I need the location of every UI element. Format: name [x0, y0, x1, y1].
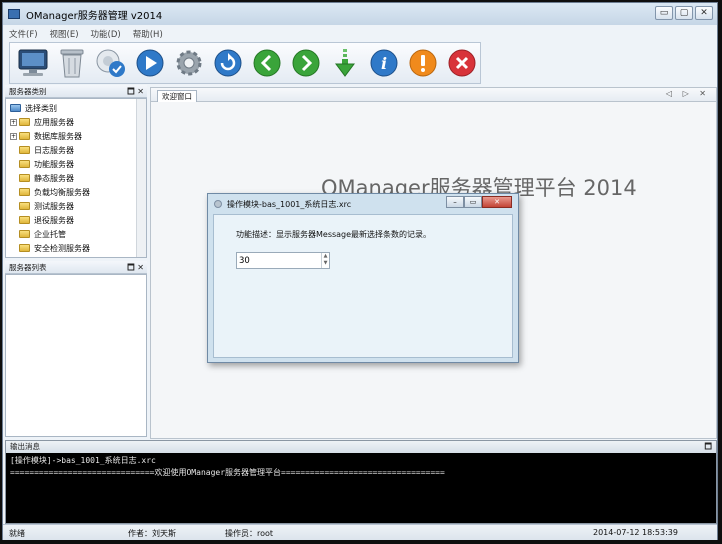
menu-function[interactable]: 功能(D) [91, 28, 121, 40]
status-datetime: 2014-07-12 18:53:39 [593, 528, 678, 537]
tree-item[interactable]: 静态服务器 [10, 171, 90, 185]
menu-bar: 文件(F) 视图(E) 功能(D) 帮助(H) [3, 26, 717, 41]
window-title: OManager服务器管理 v2014 [26, 10, 163, 22]
tree-item-label: 日志服务器 [34, 145, 74, 155]
operation-dialog: 操作模块-bas_1001_系统日志.xrc – ▭ ✕ 功能描述：显示服务器M… [207, 193, 519, 363]
app-icon [8, 9, 20, 19]
category-panel-header: 服务器类别 🗖 ✕ [5, 85, 147, 98]
folder-icon [19, 146, 30, 154]
dialog-maximize-button[interactable]: ▭ [464, 196, 482, 208]
output-close-button[interactable]: 🗖 [704, 441, 712, 453]
tab-controls[interactable]: ◁ ▷ ✕ [666, 89, 710, 98]
tree-scrollbar[interactable] [136, 99, 146, 257]
tree-item[interactable]: + 应用服务器 [10, 115, 90, 129]
info-icon[interactable]: i [367, 47, 400, 80]
folder-icon [19, 202, 30, 210]
tab-welcome[interactable]: 欢迎窗口 [157, 90, 197, 102]
category-icon [10, 104, 21, 112]
back-icon[interactable] [250, 47, 283, 80]
server-list[interactable] [5, 274, 147, 437]
maximize-button[interactable]: ▢ [675, 6, 693, 20]
trash-icon[interactable] [55, 47, 88, 80]
connect-icon[interactable] [94, 47, 127, 80]
menu-view[interactable]: 视图(E) [50, 28, 79, 40]
dialog-minimize-button[interactable]: – [446, 196, 464, 208]
spin-arrows[interactable]: ▲ ▼ [321, 253, 329, 268]
folder-icon [19, 160, 30, 168]
settings-gear-icon[interactable] [172, 47, 205, 80]
count-input[interactable] [237, 253, 321, 268]
expand-icon[interactable]: + [10, 132, 17, 140]
tree-item[interactable]: 日志服务器 [10, 143, 90, 157]
svg-text:i: i [380, 54, 386, 73]
output-panel: 输出消息 🗖 [操作模块]->bas_1001_系统日志.xrc =======… [5, 440, 717, 524]
close-window-button[interactable]: ✕ [695, 6, 713, 20]
window-controls: ▭ ▢ ✕ [655, 6, 713, 20]
folder-icon [19, 118, 30, 126]
expand-icon[interactable]: + [10, 118, 17, 126]
category-tree: 选择类别 + 应用服务器 + 数据库服务器 日志服务器功能服务器静态服务器负载均衡服务器… [5, 98, 147, 258]
tree-item[interactable]: 企业托管 [10, 227, 90, 241]
tree-item-label: 静态服务器 [34, 173, 74, 183]
server-list-header: 服务器列表 🗖 ✕ [5, 261, 147, 274]
status-author: 作者：刘天斯 [128, 529, 176, 538]
folder-icon [19, 244, 30, 252]
folder-icon [19, 188, 30, 196]
toolbar: i [9, 42, 481, 84]
tree-root[interactable]: 选择类别 [10, 101, 90, 115]
tree-item[interactable]: 安全检测服务器 [10, 241, 90, 255]
folder-icon [19, 174, 30, 182]
folder-icon [19, 132, 30, 140]
close-icon[interactable] [445, 47, 478, 80]
dialog-controls: – ▭ ✕ [446, 196, 512, 208]
dialog-description: 功能描述：显示服务器Message最新选择条数的记录。 [236, 230, 432, 239]
play-icon[interactable] [133, 47, 166, 80]
folder-icon [19, 230, 30, 238]
output-line: [操作模块]->bas_1001_系统日志.xrc [10, 456, 156, 465]
monitor-icon[interactable] [16, 47, 49, 80]
dialog-icon [214, 200, 222, 208]
server-list-title: 服务器列表 [9, 262, 47, 272]
menu-help[interactable]: 帮助(H) [133, 28, 163, 40]
folder-icon [19, 216, 30, 224]
dialog-close-button[interactable]: ✕ [482, 196, 512, 208]
spin-down-icon[interactable]: ▼ [322, 260, 329, 267]
minimize-button[interactable]: ▭ [655, 6, 673, 20]
download-icon[interactable] [328, 47, 361, 80]
tree-item-label: 测试服务器 [34, 201, 74, 211]
count-spinner[interactable]: ▲ ▼ [236, 252, 330, 269]
tree-item-label: 安全检测服务器 [34, 243, 90, 253]
tree-item-label: 负载均衡服务器 [34, 187, 90, 197]
output-line: ==============================欢迎使用OManag… [10, 468, 445, 477]
main-window: OManager服务器管理 v2014 ▭ ▢ ✕ 文件(F) 视图(E) 功能… [2, 2, 718, 540]
tree-item-label: 企业托管 [34, 229, 66, 239]
dialog-title: 操作模块-bas_1001_系统日志.xrc [227, 199, 352, 209]
output-title: 输出消息 [10, 442, 40, 451]
status-operator: 操作员：root [225, 529, 274, 538]
tree-item-label: 功能服务器 [34, 159, 74, 169]
tree-item[interactable]: 退役服务器 [10, 213, 90, 227]
status-state: 就绪 [9, 529, 25, 538]
tab-strip: 欢迎窗口 ◁ ▷ ✕ [151, 88, 716, 102]
tree-item[interactable]: + 数据库服务器 [10, 129, 90, 143]
status-bar: 就绪 作者：刘天斯 操作员：root 2014-07-12 18:53:39 [3, 524, 717, 540]
tree-item[interactable]: 测试服务器 [10, 199, 90, 213]
refresh-icon[interactable] [211, 47, 244, 80]
output-header: 输出消息 🗖 [6, 441, 716, 453]
tree-item[interactable]: 功能服务器 [10, 157, 90, 171]
tree-item-label: 退役服务器 [34, 215, 74, 225]
category-panel-title: 服务器类别 [9, 86, 47, 96]
tree-item-label: 应用服务器 [34, 117, 74, 127]
spin-up-icon[interactable]: ▲ [322, 253, 329, 260]
forward-icon[interactable] [289, 47, 322, 80]
menu-file[interactable]: 文件(F) [9, 28, 38, 40]
tree-item-label: 数据库服务器 [34, 131, 82, 141]
dialog-body: 功能描述：显示服务器Message最新选择条数的记录。 ▲ ▼ [213, 214, 513, 358]
title-bar: OManager服务器管理 v2014 ▭ ▢ ✕ [3, 3, 717, 25]
tree-item[interactable]: 负载均衡服务器 [10, 185, 90, 199]
warning-icon[interactable] [406, 47, 439, 80]
